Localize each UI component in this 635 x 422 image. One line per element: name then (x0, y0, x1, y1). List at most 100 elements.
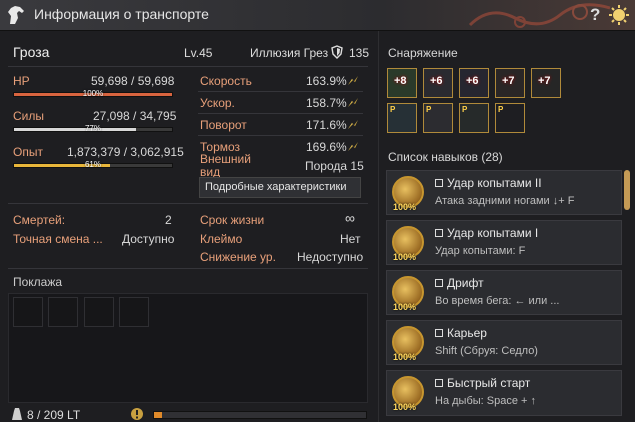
stat-turn-value: 171.6% (306, 118, 347, 132)
premium-badge: P (390, 105, 396, 114)
skill-mastery: 100% (393, 402, 417, 412)
cargo-weight-bar (153, 411, 367, 419)
stat-turn-label: Поворот (200, 118, 247, 132)
close-icon[interactable] (608, 4, 630, 26)
lifespan-label: Срок жизни (200, 213, 265, 227)
brand-label: Клеймо (200, 232, 243, 246)
level-down-label: Снижение ур. (200, 250, 276, 264)
enhance-level: +7 (502, 75, 515, 87)
skill-mastery: 100% (393, 352, 417, 362)
level-down-value: Недоступно (297, 250, 364, 264)
detailed-stats-tooltip[interactable]: Подробные характеристики (199, 177, 361, 198)
stat-accel-label: Ускор. (200, 96, 235, 110)
lifespan-value: ∞ (345, 210, 355, 226)
skills-scrollbar[interactable] (624, 170, 630, 210)
enhance-level: +8 (394, 75, 407, 87)
skill-name: Быстрый старт (447, 376, 531, 390)
brand-value: Нет (340, 232, 361, 246)
skill-desc: На дыбы: Space + ↑ (435, 395, 536, 407)
equipment-slot-outfit[interactable]: P (387, 103, 417, 133)
lock-icon (435, 379, 443, 387)
cargo-slot[interactable] (84, 297, 114, 327)
skill-name-row: Карьер (435, 326, 487, 340)
skill-desc: Во время бега: ← или ... (435, 295, 560, 307)
skill-mastery: 100% (393, 252, 417, 262)
stat-speed-label: Скорость (200, 74, 252, 88)
exp-bar: 61% (13, 160, 173, 169)
shield-icon (331, 45, 343, 59)
enhance-level: +7 (538, 75, 551, 87)
hp-bar: 100% (13, 89, 173, 98)
cargo-weight: 8 / 209 LT (27, 408, 81, 422)
title-bar: Информация о транспорте ? (0, 0, 635, 31)
exp-bar-percent: 61% (84, 160, 101, 169)
skill-desc: Атака задними ногами ↓+ F (435, 195, 575, 207)
cargo-slot[interactable] (48, 297, 78, 327)
skill-item[interactable]: 100% Удар копытами II Атака задними нога… (386, 170, 622, 215)
equipment-slot-outfit[interactable]: P (459, 103, 489, 133)
skill-item[interactable]: 100% Удар копытами I Удар копытами: F (386, 220, 622, 265)
skills-title: Список навыков (28) (388, 150, 503, 164)
premium-badge: P (498, 105, 504, 114)
exp-label: Опыт (13, 145, 43, 159)
equipment-slot-saddle[interactable]: +6 (423, 68, 453, 98)
lock-icon (435, 329, 443, 337)
skill-name: Удар копытами II (447, 176, 542, 190)
equipment-title: Снаряжение (388, 46, 458, 60)
stamina-value: 27,098 / 34,795 (93, 109, 177, 123)
lock-icon (435, 279, 443, 287)
equipment-slot-outfit[interactable]: P (423, 103, 453, 133)
premium-badge: P (426, 105, 432, 114)
cargo-weight-fill (154, 412, 163, 418)
window-title: Информация о транспорте (34, 6, 209, 22)
skill-name-row: Удар копытами I (435, 226, 538, 240)
equipment-slot-champron[interactable]: +7 (495, 68, 525, 98)
exp-value: 1,873,379 / 3,062,915 (67, 145, 184, 159)
skill-desc: Shift (Сбруя: Седло) (435, 345, 538, 357)
skill-name: Удар копытами I (447, 226, 539, 240)
deaths-value: 2 (165, 213, 172, 227)
stat-speed-value: 163.9% (306, 74, 347, 88)
skill-mastery: 100% (393, 202, 417, 212)
hp-label: HP (13, 74, 30, 88)
skill-name: Карьер (447, 326, 487, 340)
cargo-slot[interactable] (119, 297, 149, 327)
skill-mastery: 100% (393, 302, 417, 312)
precise-change-value: Доступно (122, 232, 175, 246)
horse-name: Гроза (13, 44, 50, 60)
help-button[interactable]: ? (590, 5, 600, 25)
hp-value: 59,698 / 59,698 (91, 74, 175, 88)
horse-icon (8, 6, 24, 24)
illusion-value: 135 (349, 46, 370, 60)
skill-item[interactable]: 100% Дрифт Во время бега: ← или ... (386, 270, 622, 315)
stat-accel-value: 158.7% (306, 96, 347, 110)
divider (8, 268, 368, 269)
premium-badge: P (462, 105, 468, 114)
hp-bar-percent: 100% (82, 89, 104, 98)
equipment-slot-stirrups[interactable]: +6 (459, 68, 489, 98)
deaths-label: Смертей: (13, 213, 66, 227)
skill-name-row: Удар копытами II (435, 176, 542, 190)
divider (198, 91, 363, 92)
divider (8, 203, 368, 204)
equipment-slot-barding[interactable]: +8 (387, 68, 417, 98)
equipment-slot-outfit[interactable]: P (495, 103, 525, 133)
enhance-level: +6 (466, 75, 479, 87)
skill-name-row: Быстрый старт (435, 376, 530, 390)
skill-item[interactable]: 100% Быстрый старт На дыбы: Space + ↑ (386, 370, 622, 416)
stamina-bar: 77% (13, 124, 173, 133)
cargo-slot[interactable] (13, 297, 43, 327)
info-icon[interactable] (130, 407, 144, 421)
enhance-level: +6 (430, 75, 443, 87)
skill-item[interactable]: 100% Карьер Shift (Сбруя: Седло) (386, 320, 622, 365)
lock-icon (435, 229, 443, 237)
appearance-label: Внешний (200, 152, 251, 166)
weight-icon (12, 408, 22, 420)
precise-change-label: Точная смена ... (13, 232, 103, 246)
equipment-slot-horseshoe[interactable]: +7 (531, 68, 561, 98)
divider (198, 113, 363, 114)
stat-brake-value: 169.6% (306, 140, 347, 154)
cargo-title: Поклажа (13, 275, 63, 289)
stamina-bar-percent: 77% (84, 124, 101, 133)
illusion-label: Иллюзия Грез (250, 46, 329, 60)
